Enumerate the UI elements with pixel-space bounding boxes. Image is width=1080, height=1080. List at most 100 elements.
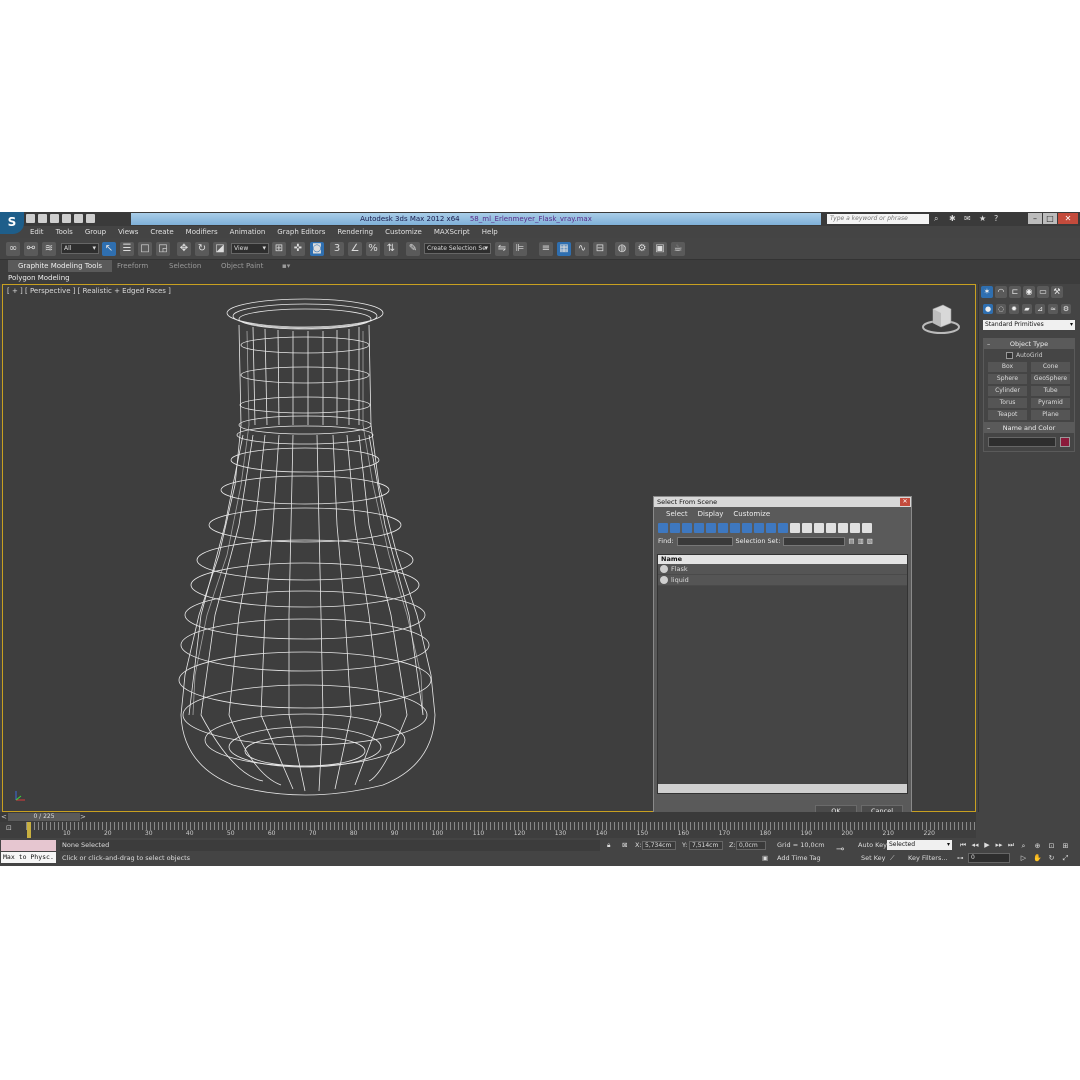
display-helpers-icon[interactable] [706,523,716,533]
material-editor-icon[interactable]: ◍ [615,242,629,256]
named-selection-dropdown[interactable]: Create Selection Se [424,243,491,254]
select-invert-icon[interactable]: ▧ [867,537,873,545]
snaps-toggle-icon[interactable]: 3 [330,242,344,256]
spinner-snap-icon[interactable]: ⇅ [384,242,398,256]
key-mode-toggle-icon[interactable]: ⊶ [957,853,964,864]
align-icon[interactable]: ⊫ [513,242,527,256]
window-crossing-icon[interactable]: ◲ [156,242,170,256]
link-icon[interactable]: ∞ [6,242,20,256]
dialog-title-bar[interactable]: Select From Scene ✕ [654,497,911,507]
selection-set-dropdown[interactable] [783,536,846,546]
select-object-icon[interactable]: ↖ [102,242,116,256]
menu-animation[interactable]: Animation [224,226,272,238]
field-of-view-icon[interactable]: ▷ [1018,853,1029,863]
tab-freeform[interactable]: Freeform [117,260,148,272]
selection-filter-dropdown[interactable]: All [61,243,99,254]
menu-tools[interactable]: Tools [50,226,79,238]
rotate-icon[interactable]: ↻ [195,242,209,256]
name-and-color-header[interactable]: Name and Color [984,423,1074,433]
redo-icon[interactable] [74,214,83,223]
curve-editor-icon[interactable]: ∿ [575,242,589,256]
schematic-view-icon[interactable]: ⊟ [593,242,607,256]
y-coordinate-field[interactable]: 7,514cm [689,841,723,850]
teapot-button[interactable]: Teapot [988,410,1027,420]
select-none-icon[interactable]: ▥ [858,537,864,545]
viewcube-widget[interactable] [921,301,961,337]
maxscript-listener-input[interactable]: Max to Physc. [1,852,56,863]
list-item[interactable]: Flask [658,564,907,575]
zoom-extents-icon[interactable]: ⊡ [1046,841,1057,851]
menu-rendering[interactable]: Rendering [331,226,379,238]
undo-icon[interactable] [62,214,71,223]
bind-spacewarp-icon[interactable]: ≋ [42,242,56,256]
next-frame-icon[interactable]: ▸▸ [994,841,1004,850]
torus-button[interactable]: Torus [988,398,1027,408]
lights-icon[interactable]: ✹ [1009,304,1019,314]
menu-create[interactable]: Create [144,226,179,238]
tab-object-paint[interactable]: Object Paint [221,260,263,272]
list-item[interactable]: liquid [658,575,907,586]
display-bones-icon[interactable] [754,523,764,533]
tube-button[interactable]: Tube [1031,386,1070,396]
cameras-icon[interactable]: ▰ [1022,304,1032,314]
binoculars-icon[interactable]: ⌕ [934,214,943,223]
modify-tab-icon[interactable]: ◠ [995,286,1007,298]
menu-views[interactable]: Views [112,226,144,238]
maximize-viewport-icon[interactable]: ⤢ [1060,853,1071,863]
close-icon[interactable]: ✕ [1058,213,1078,224]
angle-snap-icon[interactable]: ∠ [348,242,362,256]
dialog-menu-display[interactable]: Display [698,507,724,521]
move-icon[interactable]: ✥ [177,242,191,256]
motion-tab-icon[interactable]: ◉ [1023,286,1035,298]
display-spacewarps-icon[interactable] [718,523,728,533]
track-bar[interactable]: ⊡ 10 20 30 40 50 60 70 80 90 100 110 120 130 140 150 16… [0,822,976,838]
select-by-name-icon[interactable]: ☰ [120,242,134,256]
shapes-icon[interactable]: ◌ [996,304,1006,314]
key-mode-dropdown[interactable]: Selected [887,840,952,850]
object-type-header[interactable]: Object Type [984,339,1074,349]
keyboard-shortcut-override-icon[interactable]: ◙ [310,242,324,256]
edit-named-selection-icon[interactable]: ✎ [406,242,420,256]
display-hidden-icon[interactable] [790,523,800,533]
systems-icon[interactable]: ⚙ [1061,304,1071,314]
rendered-frame-window-icon[interactable]: ▣ [653,242,667,256]
help-icon[interactable]: ? [994,214,1003,223]
rectangular-region-icon[interactable]: □ [138,242,152,256]
dialog-menu-customize[interactable]: Customize [733,507,770,521]
menu-help[interactable]: Help [476,226,504,238]
sync-selection-icon[interactable] [838,523,848,533]
orbit-icon[interactable]: ↻ [1046,853,1057,863]
spacewarps-icon[interactable]: ≈ [1048,304,1058,314]
hierarchy-tab-icon[interactable]: ⊏ [1009,286,1021,298]
maximize-icon[interactable]: □ [1043,213,1057,224]
column-header-name[interactable]: Name [658,555,907,564]
object-color-swatch[interactable] [1060,437,1070,447]
display-shapes-icon[interactable] [670,523,680,533]
maxscript-listener-output[interactable] [1,840,56,851]
set-key-button[interactable]: Set Key [861,853,886,864]
perspective-viewport[interactable]: [ + ] [ Perspective ] [ Realistic + Edge… [2,284,976,826]
helpers-icon[interactable]: ⊿ [1035,304,1045,314]
subscription-icon[interactable]: ✱ [949,214,958,223]
display-containers-icon[interactable] [766,523,776,533]
current-frame-field[interactable]: 0 [968,853,1010,863]
filter-options-icon[interactable] [862,523,872,533]
display-xrefs-icon[interactable] [742,523,752,533]
application-button[interactable]: S [0,212,24,234]
ribbon-options-icon[interactable]: ▪▾ [282,260,290,272]
box-button[interactable]: Box [988,362,1027,372]
display-groups-icon[interactable] [730,523,740,533]
display-invert-icon[interactable] [826,523,836,533]
display-none-icon[interactable] [814,523,824,533]
time-slider-thumb[interactable]: 0 / 225 [8,813,80,821]
menu-modifiers[interactable]: Modifiers [180,226,224,238]
zoom-all-icon[interactable]: ⊕ [1032,841,1043,851]
go-to-end-icon[interactable]: ⏭ [1006,841,1016,850]
display-lights-icon[interactable] [682,523,692,533]
key-filters-button[interactable]: Key Filters... [908,853,948,864]
create-tab-icon[interactable]: ✶ [981,286,993,298]
favorites-icon[interactable]: ★ [979,214,988,223]
cylinder-button[interactable]: Cylinder [988,386,1027,396]
cone-button[interactable]: Cone [1031,362,1070,372]
horizontal-scrollbar[interactable] [658,784,907,793]
